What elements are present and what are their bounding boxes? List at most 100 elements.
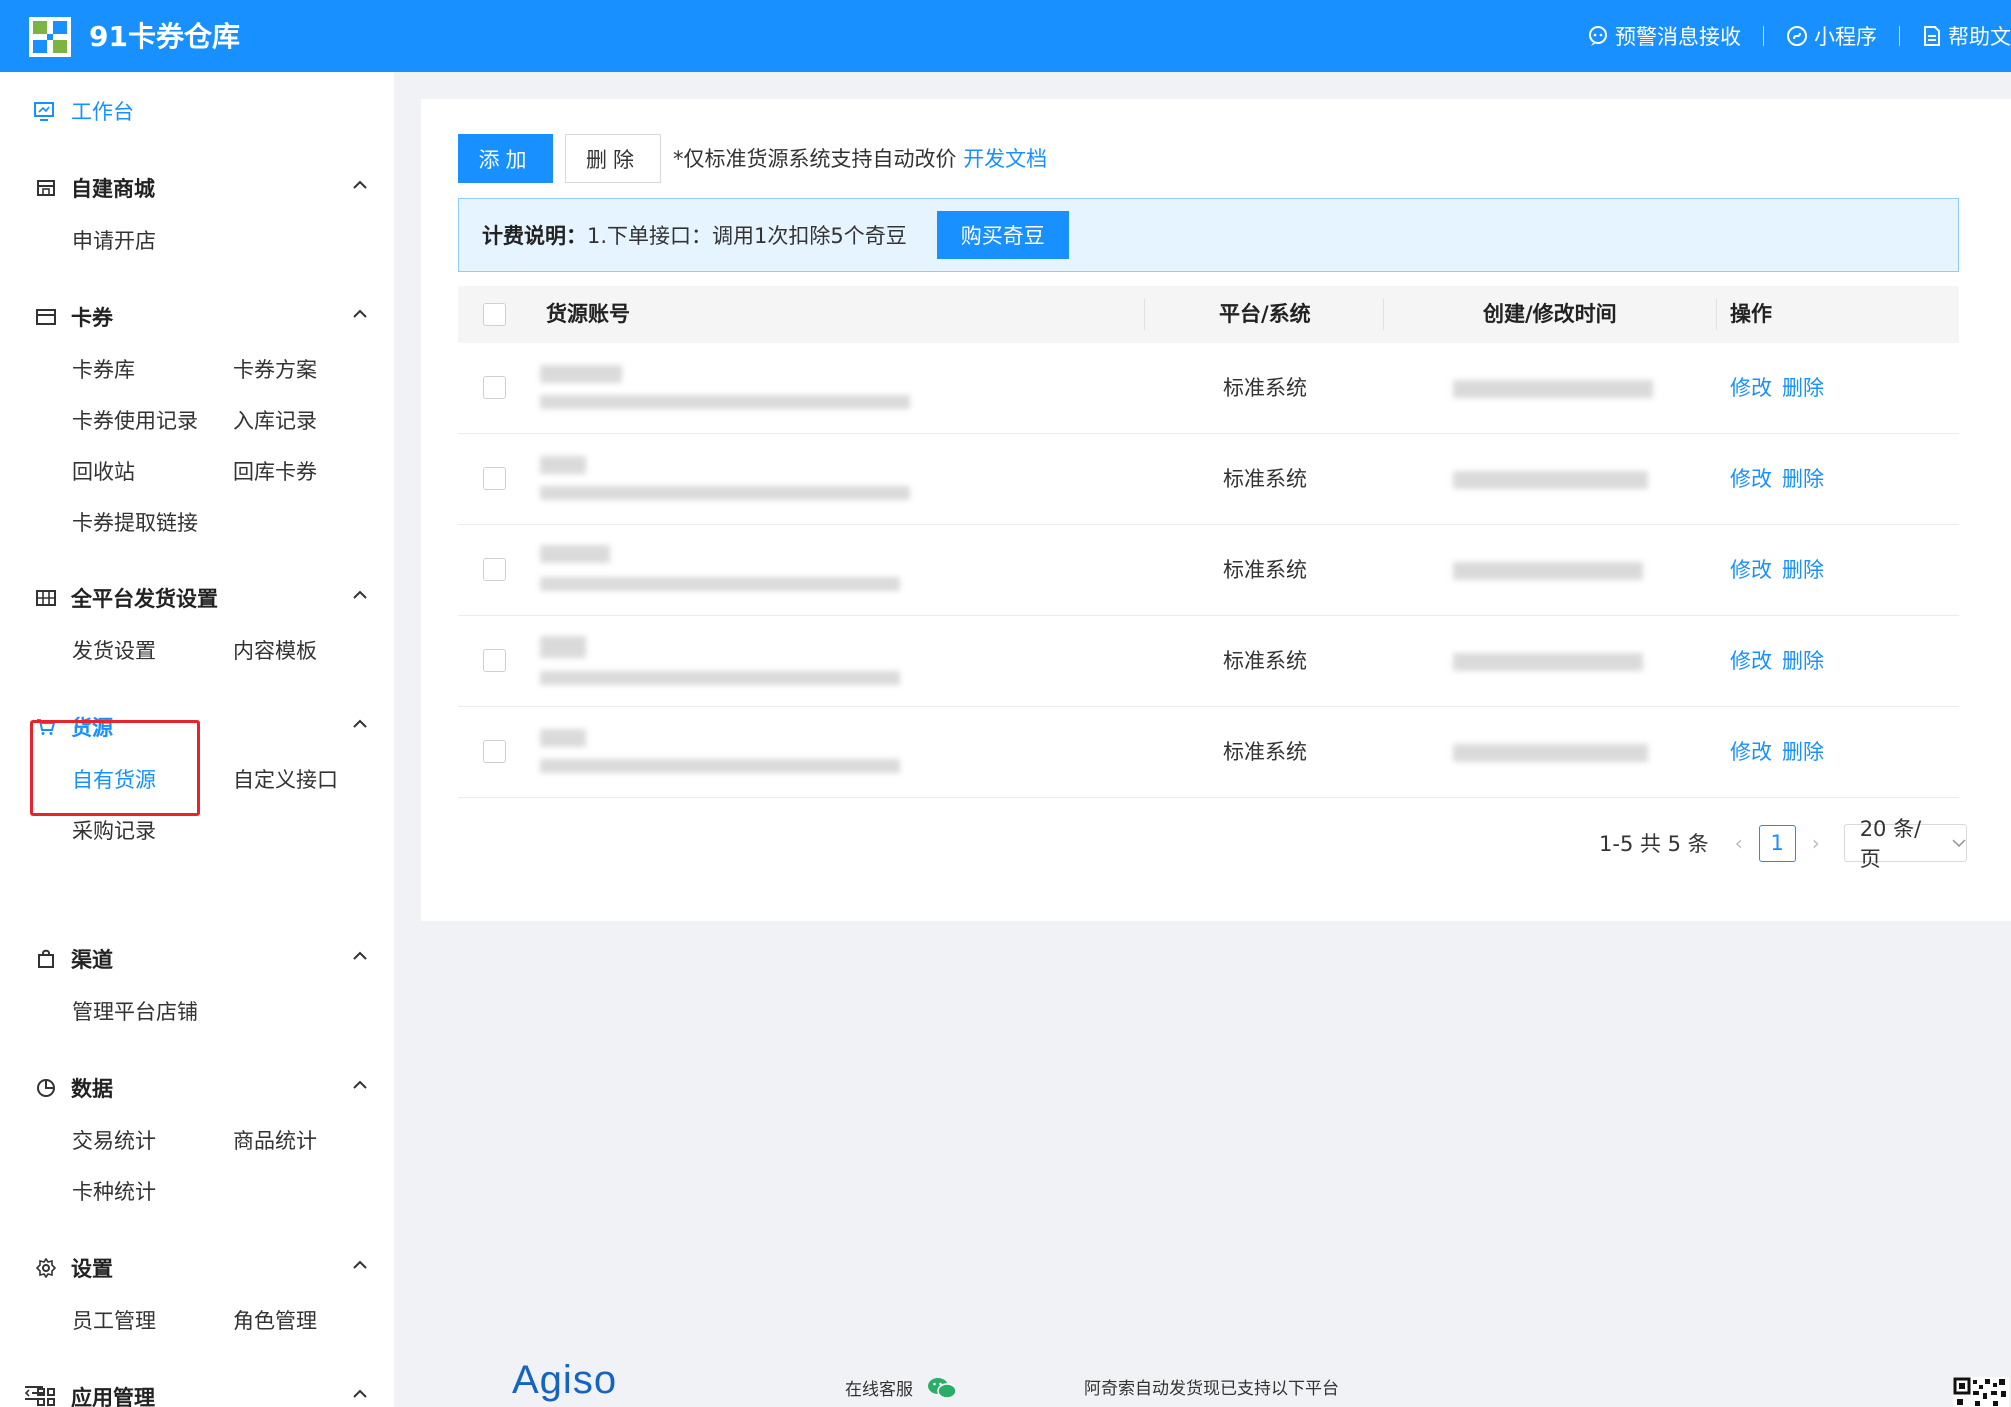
page-number[interactable]: 1 [1758, 824, 1796, 862]
mini-program-link[interactable]: 小程序 [1786, 21, 1877, 51]
delete-link[interactable]: 删除 [1782, 740, 1824, 764]
sidebar-item-coupon-plan[interactable]: 卡券方案 [233, 345, 433, 396]
pagination: 1-5 共 5 条 ‹ 1 › 20 条/页 [1599, 817, 1967, 871]
prev-page-icon[interactable]: ‹ [1729, 831, 1749, 855]
group-header-data[interactable]: 数据 [0, 1060, 394, 1116]
sidebar-item-delivery-settings[interactable]: 发货设置 [72, 626, 233, 677]
gear-icon [35, 1257, 57, 1279]
sidebar-item-staff[interactable]: 员工管理 [72, 1296, 233, 1347]
page-size-select[interactable]: 20 条/页 [1843, 817, 1967, 871]
group-header-settings[interactable]: 设置 [0, 1240, 394, 1296]
select-all-checkbox[interactable] [483, 303, 506, 326]
sidebar-item-open-store[interactable]: 申请开店 [72, 216, 233, 267]
redacted-time [1453, 471, 1648, 489]
col-platform: 平台/系统 [1219, 302, 1311, 326]
delete-link[interactable]: 删除 [1782, 467, 1824, 491]
sidebar-item-product-stats[interactable]: 商品统计 [233, 1116, 433, 1167]
platform-cell: 标准系统 [1223, 740, 1307, 764]
edit-link[interactable]: 修改 [1730, 558, 1772, 582]
delete-link[interactable]: 删除 [1782, 649, 1824, 673]
app-logo[interactable] [29, 17, 71, 57]
sidebar-group-channel: 渠道 管理平台店铺 [0, 931, 394, 1038]
redacted-account [540, 456, 586, 474]
redacted-time [1453, 562, 1643, 580]
pie-chart-icon [35, 1077, 57, 1099]
group-title: 全平台发货设置 [71, 587, 218, 611]
sidebar-item-content-template[interactable]: 内容模板 [233, 626, 433, 677]
sidebar-item-roles[interactable]: 角色管理 [233, 1296, 433, 1347]
redacted-account-detail [540, 486, 910, 500]
header-links: 预警消息接收 小程序 帮助文 [1587, 0, 2011, 72]
sidebar-item-returned-coupon[interactable]: 回库卡券 [233, 447, 433, 498]
group-title: 设置 [71, 1257, 113, 1281]
chevron-up-icon[interactable] [352, 1260, 368, 1270]
chevron-up-icon[interactable] [352, 1080, 368, 1090]
edit-link[interactable]: 修改 [1730, 467, 1772, 491]
sidebar-item-stock-in[interactable]: 入库记录 [233, 396, 433, 447]
row-checkbox[interactable] [483, 558, 506, 581]
add-button[interactable]: 添加 [458, 134, 553, 183]
platform-cell: 标准系统 [1223, 649, 1307, 673]
chevron-up-icon[interactable] [352, 1389, 368, 1399]
row-checkbox[interactable] [483, 740, 506, 763]
delete-button[interactable]: 删除 [565, 134, 661, 183]
notice-label: 计费说明： [482, 224, 587, 248]
sidebar-item-card-type-stats[interactable]: 卡种统计 [72, 1167, 233, 1218]
group-header-apps[interactable]: 应用管理 [0, 1369, 394, 1407]
chevron-up-icon[interactable] [352, 180, 368, 190]
column-divider [1716, 299, 1717, 330]
wechat-icon [928, 1377, 957, 1399]
dev-doc-link[interactable]: 开发文档 [963, 147, 1047, 171]
group-title: 卡券 [71, 306, 113, 330]
redacted-account [540, 545, 610, 563]
sidebar-item-manage-stores[interactable]: 管理平台店铺 [72, 987, 233, 1038]
edit-link[interactable]: 修改 [1730, 376, 1772, 400]
group-header-coupon[interactable]: 卡券 [0, 289, 394, 345]
bell-chat-icon [1589, 26, 1607, 46]
chevron-up-icon[interactable] [352, 309, 368, 319]
sidebar-item-coupon-library[interactable]: 卡券库 [72, 345, 233, 396]
table-row: 标准系统 修改 删除 [458, 525, 1959, 616]
row-checkbox[interactable] [483, 376, 506, 399]
sidebar-item-dashboard[interactable]: 工作台 [33, 96, 134, 126]
group-header-channel[interactable]: 渠道 [0, 931, 394, 987]
sidebar-group-coupon: 卡券 卡券库 卡券方案 卡券使用记录 入库记录 回收站 回库卡券 卡券提取链接 [0, 289, 394, 549]
sidebar-item-custom-api[interactable]: 自定义接口 [233, 755, 433, 806]
help-doc-link[interactable]: 帮助文 [1922, 21, 2011, 51]
group-header-mall[interactable]: 自建商城 [0, 160, 394, 216]
buy-beans-button[interactable]: 购买奇豆 [936, 211, 1069, 259]
chevron-up-icon[interactable] [352, 951, 368, 961]
toolbar-hint: *仅标准货源系统支持自动改价 开发文档 [673, 145, 1047, 173]
monitor-icon [34, 102, 54, 121]
col-actions: 操作 [1730, 302, 1772, 326]
sidebar-item-extract-link[interactable]: 卡券提取链接 [72, 498, 233, 549]
group-title: 渠道 [71, 948, 113, 972]
customer-service[interactable]: 在线客服 [845, 1375, 957, 1400]
customer-service-label: 在线客服 [845, 1380, 913, 1400]
store-icon [35, 177, 57, 199]
row-actions: 修改 删除 [1730, 525, 1834, 616]
sidebar-group-delivery: 全平台发货设置 发货设置 内容模板 [0, 570, 394, 677]
card-icon [35, 306, 57, 328]
platform-cell: 标准系统 [1223, 376, 1307, 400]
delete-link[interactable]: 删除 [1782, 376, 1824, 400]
group-title: 自建商城 [71, 177, 155, 201]
col-source-account: 货源账号 [546, 302, 630, 326]
next-page-icon[interactable]: › [1806, 831, 1826, 855]
group-header-delivery[interactable]: 全平台发货设置 [0, 570, 394, 626]
alert-message-link[interactable]: 预警消息接收 [1587, 21, 1741, 51]
menu-collapse-icon[interactable] [24, 1384, 44, 1402]
table-row: 标准系统 修改 删除 [458, 343, 1959, 434]
row-checkbox[interactable] [483, 467, 506, 490]
sidebar-item-coupon-usage[interactable]: 卡券使用记录 [72, 396, 233, 447]
delete-link[interactable]: 删除 [1782, 558, 1824, 582]
edit-link[interactable]: 修改 [1730, 740, 1772, 764]
row-checkbox[interactable] [483, 649, 506, 672]
sidebar-item-recycle-bin[interactable]: 回收站 [72, 447, 233, 498]
chevron-up-icon[interactable] [352, 590, 368, 600]
pagination-summary: 1-5 共 5 条 [1599, 832, 1709, 856]
edit-link[interactable]: 修改 [1730, 649, 1772, 673]
sidebar-item-trade-stats[interactable]: 交易统计 [72, 1116, 233, 1167]
group-title: 应用管理 [71, 1386, 155, 1407]
chevron-up-icon[interactable] [352, 719, 368, 729]
